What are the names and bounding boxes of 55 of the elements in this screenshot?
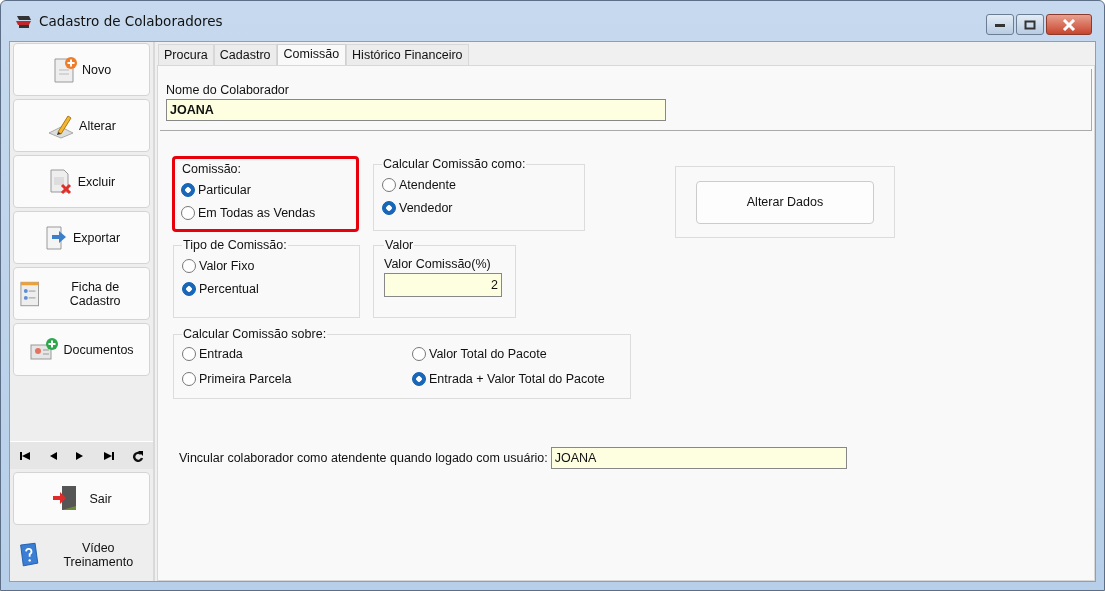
maximize-icon (1024, 19, 1036, 30)
radio-option[interactable]: Vendedor (382, 200, 576, 216)
previous-record-icon[interactable] (48, 450, 59, 461)
tab[interactable]: Cadastro (213, 44, 277, 65)
radio-option[interactable]: Percentual (182, 281, 351, 297)
radio-icon[interactable] (382, 201, 396, 215)
radio-icon[interactable] (182, 372, 196, 386)
document-delete-icon (47, 167, 74, 196)
sidebar-button[interactable]: Ficha de Cadastro (13, 267, 150, 320)
radio-option[interactable]: Entrada (182, 346, 405, 362)
radio-icon[interactable] (181, 206, 195, 220)
radio-option[interactable]: Atendente (382, 177, 576, 193)
refresh-icon[interactable] (132, 449, 145, 462)
user-field[interactable]: JOANA (550, 447, 847, 469)
field-label: Valor Comissão(%) (384, 257, 492, 271)
name-field[interactable]: JOANA (166, 99, 666, 121)
radio-option[interactable]: Em Todas as Vendas (181, 205, 350, 221)
tab[interactable]: Histórico Financeiro (346, 44, 469, 65)
id-card-plus-icon (29, 336, 60, 363)
maximize-button[interactable] (1016, 14, 1044, 35)
radio-option[interactable]: Particular (181, 182, 350, 198)
radio-option[interactable]: Valor Total do Pacote (412, 346, 622, 362)
radio-icon[interactable] (182, 282, 196, 296)
sidebar-button[interactable]: Vídeo Treinamento (13, 528, 150, 581)
document-plus-icon (51, 55, 78, 84)
close-icon (1062, 18, 1076, 31)
app-logo-icon (15, 13, 33, 29)
field-label: Nome do Colaborador (166, 83, 289, 97)
sidebar-button[interactable]: Exportar (13, 211, 150, 264)
radio-icon[interactable] (412, 347, 426, 361)
group-title: Comissão: (181, 162, 243, 177)
first-record-icon[interactable] (18, 450, 31, 461)
radio-option[interactable]: Valor Fixo (182, 258, 351, 274)
window-title: Cadastro de Colaboradores (39, 13, 223, 29)
sidebar-button[interactable]: Sair (13, 472, 150, 525)
field-label: Vincular colaborador como atendente quando logado com usuário: (179, 451, 548, 465)
last-record-icon[interactable] (102, 450, 115, 461)
radio-icon[interactable] (182, 347, 196, 361)
group-title: Tipo de Comissão: (182, 238, 288, 253)
sidebar-button[interactable]: Documentos (13, 323, 150, 376)
sidebar-button[interactable]: Excluir (13, 155, 150, 208)
close-button[interactable] (1046, 14, 1092, 35)
radio-icon[interactable] (181, 183, 195, 197)
alterar-dados-button[interactable]: Alterar Dados (696, 180, 874, 224)
commission-field[interactable]: 2 (384, 273, 502, 297)
radio-option[interactable]: Primeira Parcela (182, 371, 405, 387)
radio-icon[interactable] (382, 178, 396, 192)
radio-option[interactable]: Entrada + Valor Total do Pacote (412, 371, 622, 387)
radio-icon[interactable] (182, 259, 196, 273)
sidebar-button[interactable]: Novo (13, 43, 150, 96)
tab[interactable]: Procura (158, 44, 214, 65)
minimize-button[interactable] (986, 14, 1014, 35)
radio-icon[interactable] (412, 372, 426, 386)
sidebar-button[interactable]: Alterar (13, 99, 150, 152)
tab[interactable]: Comissão (276, 44, 347, 66)
